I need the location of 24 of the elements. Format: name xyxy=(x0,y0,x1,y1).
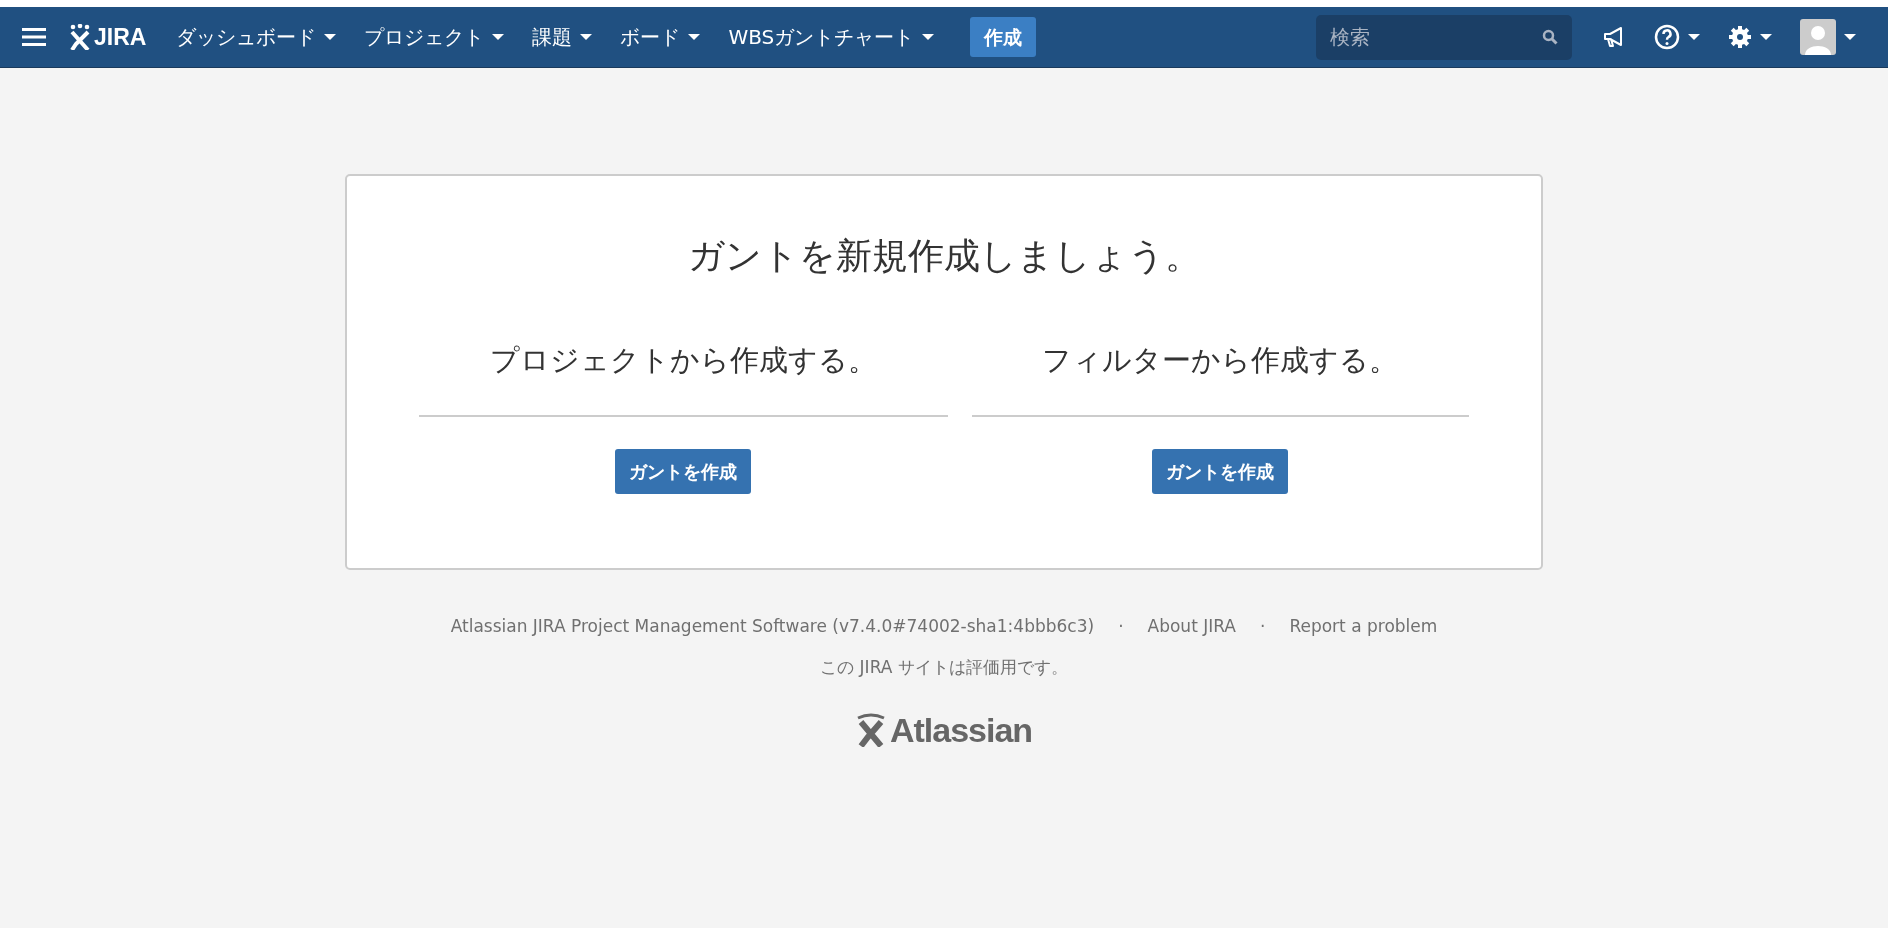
menu-icon[interactable] xyxy=(22,27,46,47)
logo-text[interactable]: JIRA xyxy=(94,19,147,55)
atlassian-logo-icon xyxy=(855,713,886,748)
footer-link[interactable]: About JIRA xyxy=(1147,613,1236,640)
nav-menu[interactable]: WBSガントチャート xyxy=(714,22,949,52)
nav-menu[interactable]: ボード xyxy=(606,22,715,52)
search-icon xyxy=(1542,28,1558,45)
panel-title: ガントを新規作成しましょう。 xyxy=(686,234,1202,278)
nav-menu[interactable]: 課題 xyxy=(518,22,607,52)
separator-dot: · xyxy=(1118,614,1124,638)
atlassian-logo-text: Atlassian xyxy=(889,709,1033,751)
nav-menu[interactable]: プロジェクト xyxy=(350,22,519,52)
nav-menu[interactable]: ダッシュボード xyxy=(162,22,351,52)
create-gantt-button[interactable]: ガントを作成 xyxy=(1152,448,1289,494)
option-heading: プロジェクトから作成する。 xyxy=(419,339,948,417)
version-text: Atlassian JIRA Project Management Software (v7.4.0#74002-sha1:4bbb6c3) xyxy=(450,614,1095,638)
create-gantt-button[interactable]: ガントを作成 xyxy=(615,448,752,494)
create-button[interactable]: 作成 xyxy=(970,16,1037,58)
evaluation-note: この JIRA サイトは評価用です。 xyxy=(820,656,1068,680)
search-field[interactable]: 検索 xyxy=(1316,14,1572,60)
option-heading: フィルターから作成する。 xyxy=(971,339,1469,417)
logo-icon xyxy=(70,24,90,50)
footer-link[interactable]: Report a problem xyxy=(1289,613,1438,640)
separator-dot: · xyxy=(1260,614,1266,638)
